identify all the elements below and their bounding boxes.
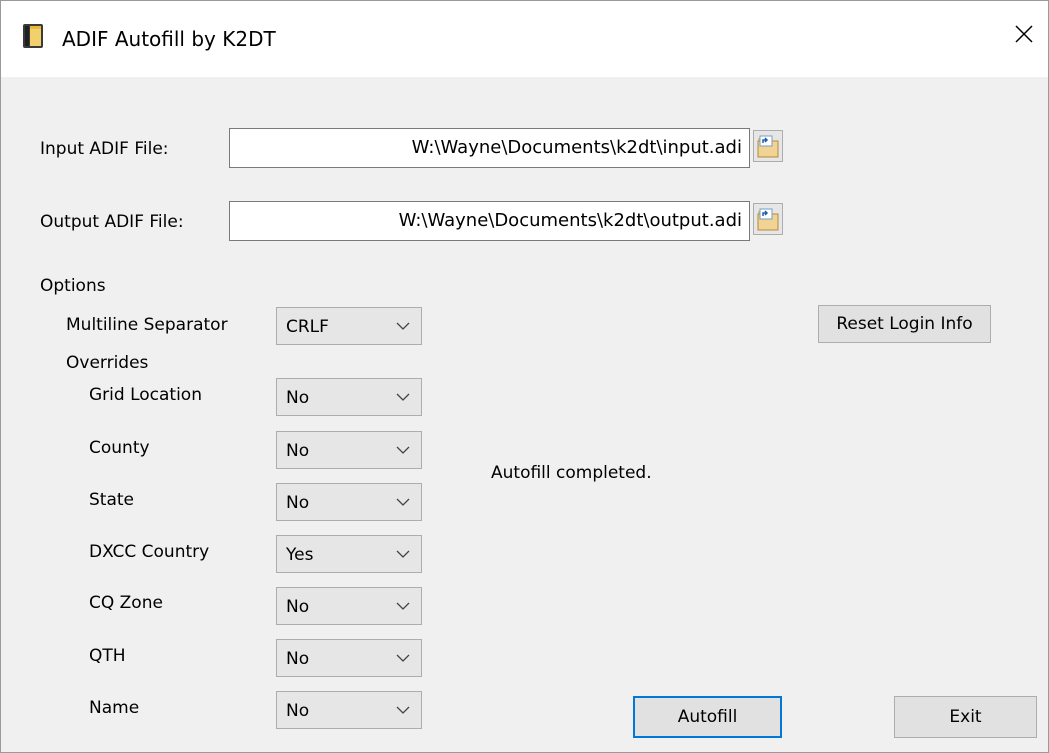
override-select-qth[interactable]: No: [276, 639, 422, 677]
chevron-down-icon: [396, 706, 410, 714]
close-icon: [1015, 25, 1033, 43]
override-label-dxcc-country: DXCC Country: [89, 542, 210, 562]
app-window: ADIF Autofill by K2DT Input ADIF File: W…: [0, 0, 1049, 753]
multiline-separator-select[interactable]: CRLF: [276, 307, 422, 345]
browse-output-button[interactable]: [753, 203, 783, 235]
multiline-separator-value: CRLF: [286, 317, 329, 337]
open-folder-icon: [757, 208, 779, 231]
override-label-county: County: [89, 438, 150, 458]
override-label-state: State: [89, 490, 134, 510]
chevron-down-icon: [396, 654, 410, 662]
chevron-down-icon: [396, 498, 410, 506]
options-heading: Options: [40, 276, 106, 296]
chevron-down-icon: [396, 322, 410, 330]
override-label-cq-zone: CQ Zone: [89, 593, 163, 613]
input-file-label: Input ADIF File:: [40, 139, 169, 159]
override-value: No: [286, 649, 310, 669]
override-label-grid-location: Grid Location: [89, 385, 202, 405]
multiline-separator-label: Multiline Separator: [66, 315, 228, 335]
open-folder-icon: [757, 135, 779, 158]
override-select-cq-zone[interactable]: No: [276, 587, 422, 625]
override-select-county[interactable]: No: [276, 431, 422, 469]
exit-button[interactable]: Exit: [894, 696, 1037, 738]
override-label-qth: QTH: [89, 646, 126, 666]
override-select-state[interactable]: No: [276, 483, 422, 521]
reset-login-info-button[interactable]: Reset Login Info: [818, 305, 991, 343]
override-value: No: [286, 388, 310, 408]
output-file-field[interactable]: W:\Wayne\Documents\k2dt\output.adi: [229, 201, 750, 241]
overrides-heading: Overrides: [66, 353, 149, 373]
override-value: No: [286, 441, 310, 461]
input-file-field[interactable]: W:\Wayne\Documents\k2dt\input.adi: [229, 128, 750, 168]
autofill-button[interactable]: Autofill: [633, 696, 782, 738]
chevron-down-icon: [396, 602, 410, 610]
override-select-grid-location[interactable]: No: [276, 378, 422, 416]
override-select-dxcc-country[interactable]: Yes: [276, 535, 422, 573]
window-title: ADIF Autofill by K2DT: [62, 27, 276, 51]
override-value: No: [286, 701, 310, 721]
close-button[interactable]: [1001, 13, 1047, 57]
chevron-down-icon: [396, 393, 410, 401]
override-select-name[interactable]: No: [276, 691, 422, 729]
book-app-icon: [22, 23, 46, 49]
override-value: No: [286, 493, 310, 513]
override-value: Yes: [286, 545, 314, 565]
override-value: No: [286, 597, 310, 617]
output-file-label: Output ADIF File:: [40, 212, 184, 232]
status-message: Autofill completed.: [491, 463, 652, 483]
chevron-down-icon: [396, 550, 410, 558]
chevron-down-icon: [396, 446, 410, 454]
override-label-name: Name: [89, 698, 140, 718]
browse-input-button[interactable]: [753, 130, 783, 162]
title-bar[interactable]: ADIF Autofill by K2DT: [1, 1, 1048, 77]
